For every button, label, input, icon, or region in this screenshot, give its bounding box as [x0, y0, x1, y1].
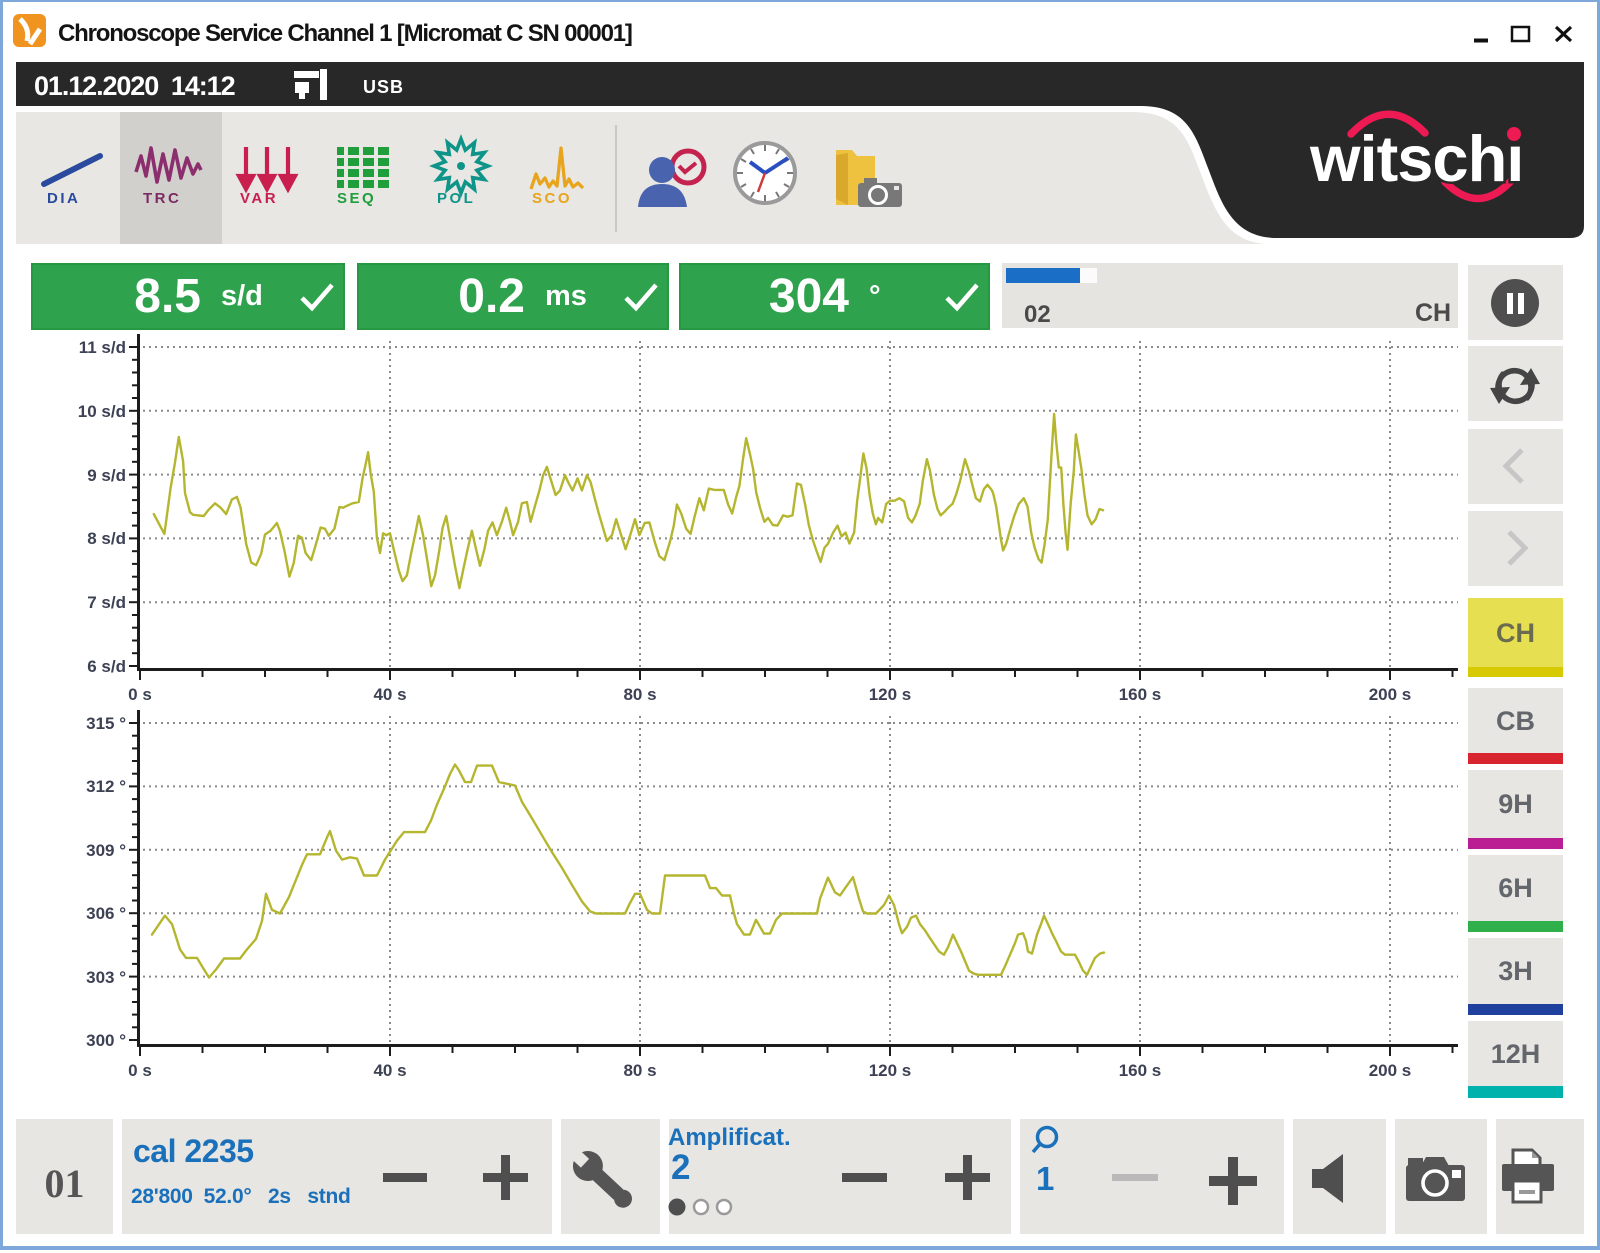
svg-text:160 s: 160 s [1119, 1061, 1162, 1080]
svg-text:200 s: 200 s [1369, 1061, 1412, 1080]
svg-text:200 s: 200 s [1369, 685, 1412, 704]
svg-text:0 s: 0 s [128, 685, 152, 704]
svg-text:40 s: 40 s [373, 685, 406, 704]
svg-text:40 s: 40 s [373, 1061, 406, 1080]
svg-text:7 s/d: 7 s/d [87, 593, 126, 612]
svg-text:0 s: 0 s [128, 1061, 152, 1080]
svg-text:10 s/d: 10 s/d [78, 402, 126, 421]
svg-text:120 s: 120 s [869, 1061, 912, 1080]
svg-text:6 s/d: 6 s/d [87, 657, 126, 676]
svg-text:80 s: 80 s [623, 685, 656, 704]
svg-text:309 °: 309 ° [86, 841, 126, 860]
svg-text:160 s: 160 s [1119, 685, 1162, 704]
svg-text:312 °: 312 ° [86, 777, 126, 796]
svg-text:300 °: 300 ° [86, 1031, 126, 1050]
svg-text:11 s/d: 11 s/d [79, 338, 126, 357]
svg-text:8 s/d: 8 s/d [87, 529, 126, 548]
svg-text:9 s/d: 9 s/d [87, 466, 126, 485]
svg-text:120 s: 120 s [869, 685, 912, 704]
svg-text:303 °: 303 ° [86, 968, 126, 987]
svg-text:80 s: 80 s [623, 1061, 656, 1080]
svg-text:306 °: 306 ° [86, 904, 126, 923]
svg-text:315 °: 315 ° [86, 714, 126, 733]
